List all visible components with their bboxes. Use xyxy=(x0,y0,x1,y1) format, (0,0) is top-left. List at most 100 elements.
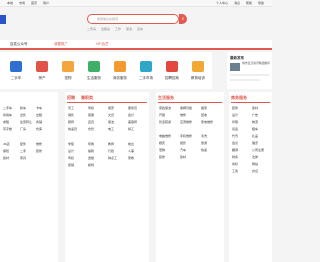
list-item[interactable]: 展览 xyxy=(252,141,258,145)
list-item[interactable]: 新车 xyxy=(20,106,26,110)
search-button[interactable]: ⌕ xyxy=(179,14,187,24)
list-item[interactable]: 家政保洁 xyxy=(159,106,171,110)
section-title[interactable]: 招聘 xyxy=(67,95,75,101)
list-item[interactable]: 二手 xyxy=(20,149,26,153)
list-item[interactable]: 二手车 xyxy=(3,106,12,110)
list-item[interactable]: 保洁 xyxy=(108,120,114,124)
list-item[interactable]: 宠物 xyxy=(159,148,165,152)
list-item[interactable]: 空调维修 xyxy=(180,120,192,124)
list-item[interactable]: 文员 xyxy=(108,113,114,117)
list-item[interactable]: 装修 xyxy=(232,106,238,110)
top-link[interactable]: 帮助 xyxy=(246,1,252,5)
top-link[interactable]: 消息 xyxy=(234,1,240,5)
list-item[interactable]: 电脑维修 xyxy=(159,134,171,138)
category-pet[interactable]: 宠物 xyxy=(56,52,80,89)
news-item[interactable]: 城市生活资讯精选推荐 xyxy=(242,61,270,66)
list-item[interactable]: 厂房 xyxy=(20,127,26,131)
list-item[interactable]: 编辑 xyxy=(88,149,94,153)
list-item[interactable]: 焊工 xyxy=(128,127,134,131)
list-item[interactable]: 送餐 xyxy=(88,156,94,160)
category-jobs[interactable]: 招聘招商 xyxy=(160,52,184,89)
list-item[interactable]: 会议 xyxy=(232,141,238,145)
list-item[interactable]: 模特 xyxy=(88,163,94,167)
list-item[interactable]: 翻译 xyxy=(232,148,238,152)
list-item[interactable]: 家电维修 xyxy=(201,120,213,124)
category-business[interactable]: 商务服务 xyxy=(108,52,132,89)
city-link[interactable]: 百姓公众号 xyxy=(10,42,28,46)
list-item[interactable]: 教师 xyxy=(108,142,114,146)
list-item[interactable]: 装修 xyxy=(159,155,165,159)
list-item[interactable]: 广告 xyxy=(252,113,258,117)
list-item[interactable]: 电工 xyxy=(108,127,114,131)
list-item[interactable]: 设计 xyxy=(232,113,238,117)
section-title[interactable]: 生活服务 xyxy=(158,95,174,101)
section-subtitle[interactable]: 兼职类 xyxy=(81,95,93,101)
list-item[interactable]: 汽车 xyxy=(180,148,186,152)
list-item[interactable]: 保姆月嫂 xyxy=(180,106,192,110)
list-item[interactable]: 钟点工 xyxy=(108,156,117,160)
list-item[interactable]: 工商 xyxy=(232,169,238,173)
list-item[interactable]: 生意转让 xyxy=(20,120,32,124)
list-item[interactable]: 商标 xyxy=(232,162,238,166)
list-item[interactable]: 旅游 xyxy=(201,141,207,145)
list-item[interactable]: 管道疏通 xyxy=(159,120,171,124)
top-link[interactable]: 市场 xyxy=(19,1,25,5)
list-item[interactable]: 仓库 xyxy=(36,127,42,131)
list-item[interactable]: 厨师 xyxy=(68,120,74,124)
list-item[interactable]: 装修 xyxy=(36,149,42,153)
list-item[interactable]: 开锁 xyxy=(159,113,165,117)
list-item[interactable]: 美容师 xyxy=(128,120,137,124)
vip-link[interactable]: VIP会员 xyxy=(96,42,109,46)
category-market[interactable]: 二手市场 xyxy=(134,52,158,89)
list-item[interactable]: 会计 xyxy=(128,113,134,117)
list-item[interactable]: 司机 xyxy=(88,106,94,110)
list-item[interactable]: 学徒 xyxy=(68,142,74,146)
logo[interactable] xyxy=(0,15,6,24)
list-item[interactable]: 法律 xyxy=(252,155,258,159)
top-link[interactable]: 用户 xyxy=(43,1,49,5)
list-item[interactable]: 4S店 xyxy=(3,142,10,146)
list-item[interactable]: 快递 xyxy=(201,148,207,152)
list-item[interactable]: 物流 xyxy=(252,120,258,124)
section-title[interactable]: 商务服务 xyxy=(231,95,247,101)
list-item[interactable]: 设计 xyxy=(68,149,74,153)
list-item[interactable]: 配件 xyxy=(20,142,26,146)
list-item[interactable]: 公司注册 xyxy=(252,148,264,152)
top-link[interactable]: 首页 xyxy=(31,1,37,5)
list-item[interactable]: 商铺 xyxy=(36,120,42,124)
list-item[interactable]: 家教 xyxy=(128,156,134,160)
list-item[interactable]: 行政 xyxy=(108,149,114,153)
list-item[interactable]: 礼品 xyxy=(252,134,258,138)
list-item[interactable]: 建材 xyxy=(252,106,258,110)
list-item[interactable]: 建材 xyxy=(180,155,186,159)
list-item[interactable]: 财务 xyxy=(232,155,238,159)
list-item[interactable]: 维修 xyxy=(36,142,42,146)
list-item[interactable]: 保险 xyxy=(3,149,9,153)
list-item[interactable]: 婚庆 xyxy=(159,141,165,145)
list-item[interactable]: 店员 xyxy=(88,120,94,124)
list-item[interactable]: 出租 xyxy=(36,113,42,117)
list-item[interactable]: 服务员 xyxy=(128,106,137,110)
list-item[interactable]: 货运 xyxy=(232,127,238,131)
list-item[interactable]: 办证 xyxy=(252,169,258,173)
list-item[interactable]: 促销 xyxy=(68,163,74,167)
list-item[interactable]: 商用车 xyxy=(3,113,12,117)
category-house[interactable]: 房产 xyxy=(30,52,54,89)
top-link[interactable]: 个人中心 xyxy=(216,1,228,5)
list-item[interactable]: 代驾 xyxy=(232,134,238,138)
list-item[interactable]: 摄影 xyxy=(180,141,186,145)
list-item[interactable]: 导购 xyxy=(88,142,94,146)
list-item[interactable]: 普工 xyxy=(68,106,74,110)
list-item[interactable]: 卡车 xyxy=(36,106,42,110)
hot-keyword[interactable]: 出租房 xyxy=(101,27,110,31)
list-item[interactable]: 司机 xyxy=(68,156,74,160)
list-item[interactable]: 清洗 xyxy=(201,134,207,138)
list-item[interactable]: 建材 xyxy=(3,156,9,160)
hot-keyword[interactable]: 货车 xyxy=(137,27,143,31)
list-item[interactable]: 手机维修 xyxy=(180,134,192,138)
hot-keyword[interactable]: 二手房 xyxy=(87,27,96,31)
list-item[interactable]: 销售 xyxy=(68,113,74,117)
list-item[interactable]: 家具 xyxy=(20,156,26,160)
list-item[interactable]: 搬家 xyxy=(201,106,207,110)
list-item[interactable]: 保安 xyxy=(108,106,114,110)
